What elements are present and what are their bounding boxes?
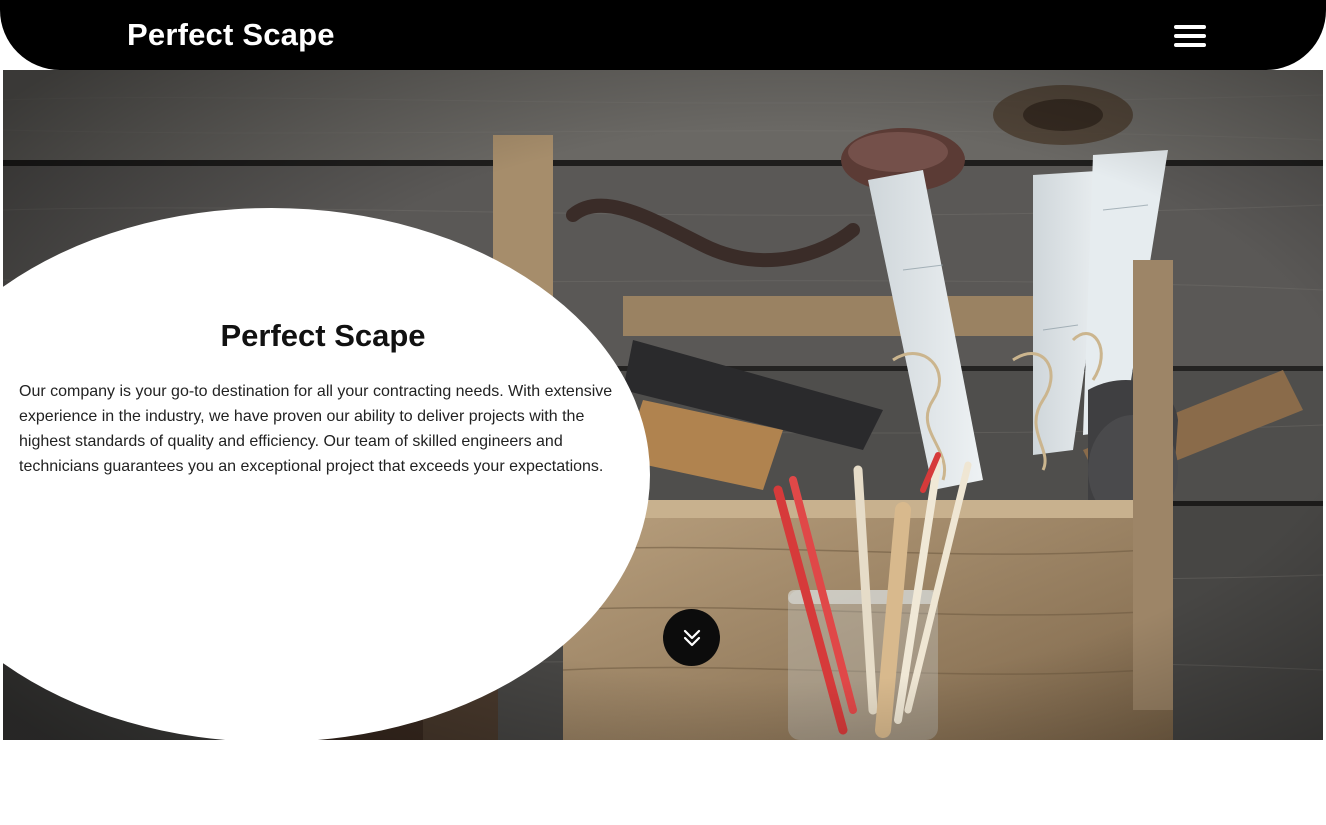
scroll-down-button[interactable] [663, 609, 720, 666]
hamburger-menu-icon-line [1174, 34, 1206, 38]
header-bar: Perfect Scape [0, 0, 1326, 70]
hero-description: Our company is your go-to destination fo… [19, 383, 613, 475]
brand-logo[interactable]: Perfect Scape [127, 16, 335, 54]
double-chevron-down-icon [683, 629, 700, 646]
hamburger-menu-icon [1174, 25, 1206, 29]
page: Perfect Scape Perfect Scape Our company … [0, 0, 1326, 825]
hero-info-content: Perfect Scape Our company is your go-to … [19, 318, 619, 479]
hamburger-menu-icon-line [1174, 43, 1206, 47]
hero-title: Perfect Scape [220, 318, 426, 353]
menu-button[interactable] [1170, 22, 1210, 50]
